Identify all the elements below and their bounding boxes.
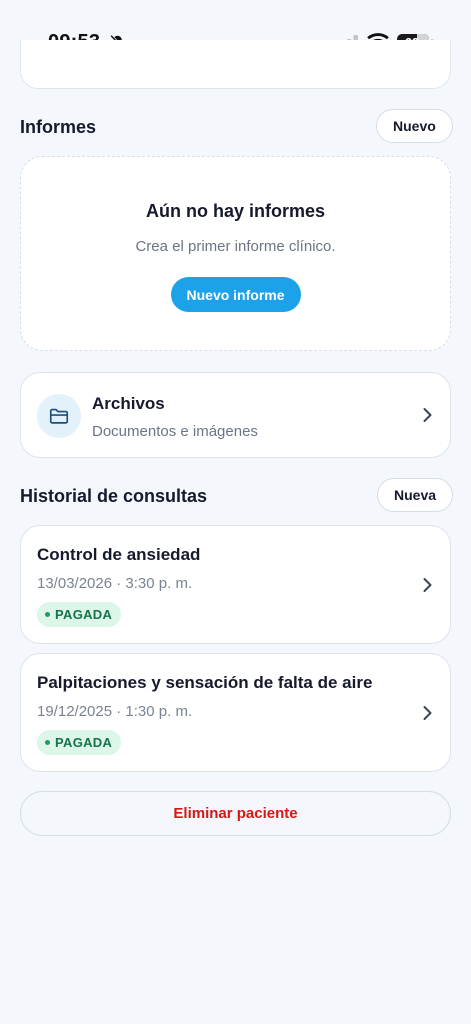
history-section-title: Historial de consultas xyxy=(20,486,208,506)
files-card[interactable]: Archivos Documentos e imágenes xyxy=(20,372,451,458)
consultation-card[interactable]: Palpitaciones y sensación de falta de ai… xyxy=(20,653,451,772)
chevron-right-icon xyxy=(423,706,432,720)
reports-empty-state: Aún no hay informes Crea el primer infor… xyxy=(20,156,451,351)
delete-patient-button[interactable]: Eliminar paciente xyxy=(20,791,451,836)
consultation-date: 13/03/2026 · 3:30 p. m. xyxy=(37,575,193,592)
consultation-title: Control de ansiedad xyxy=(37,545,201,564)
empty-state-subtitle: Crea el primer informe clínico. xyxy=(135,238,336,255)
new-report-cta-button[interactable]: Nuevo informe xyxy=(170,277,301,312)
previous-section-card xyxy=(20,40,451,89)
status-badge-label: PAGADA xyxy=(55,735,113,750)
status-badge-label: PAGADA xyxy=(55,607,113,622)
status-dot-icon xyxy=(45,740,50,745)
new-report-button[interactable]: Nuevo xyxy=(376,109,453,143)
empty-state-title: Aún no hay informes xyxy=(145,201,325,221)
new-consultation-button[interactable]: Nueva xyxy=(377,478,454,512)
chevron-right-icon xyxy=(423,578,432,592)
files-title: Archivos xyxy=(92,394,165,413)
consultation-title: Palpitaciones y sensación de falta de ai… xyxy=(37,673,373,692)
files-subtitle: Documentos e imágenes xyxy=(92,423,258,440)
chevron-right-icon xyxy=(423,408,432,422)
patient-detail-screen: 09:53 62 Informes Nuevo Aún no hay info xyxy=(0,0,471,1024)
status-badge: PAGADA xyxy=(37,602,122,627)
reports-section-title: Informes xyxy=(20,117,97,137)
consultation-card[interactable]: Control de ansiedad 13/03/2026 · 3:30 p.… xyxy=(20,525,451,644)
folder-icon xyxy=(49,408,69,424)
status-badge: PAGADA xyxy=(37,730,122,755)
consultation-date: 19/12/2025 · 1:30 p. m. xyxy=(37,703,193,720)
folder-icon-badge xyxy=(37,394,81,438)
status-dot-icon xyxy=(45,612,50,617)
